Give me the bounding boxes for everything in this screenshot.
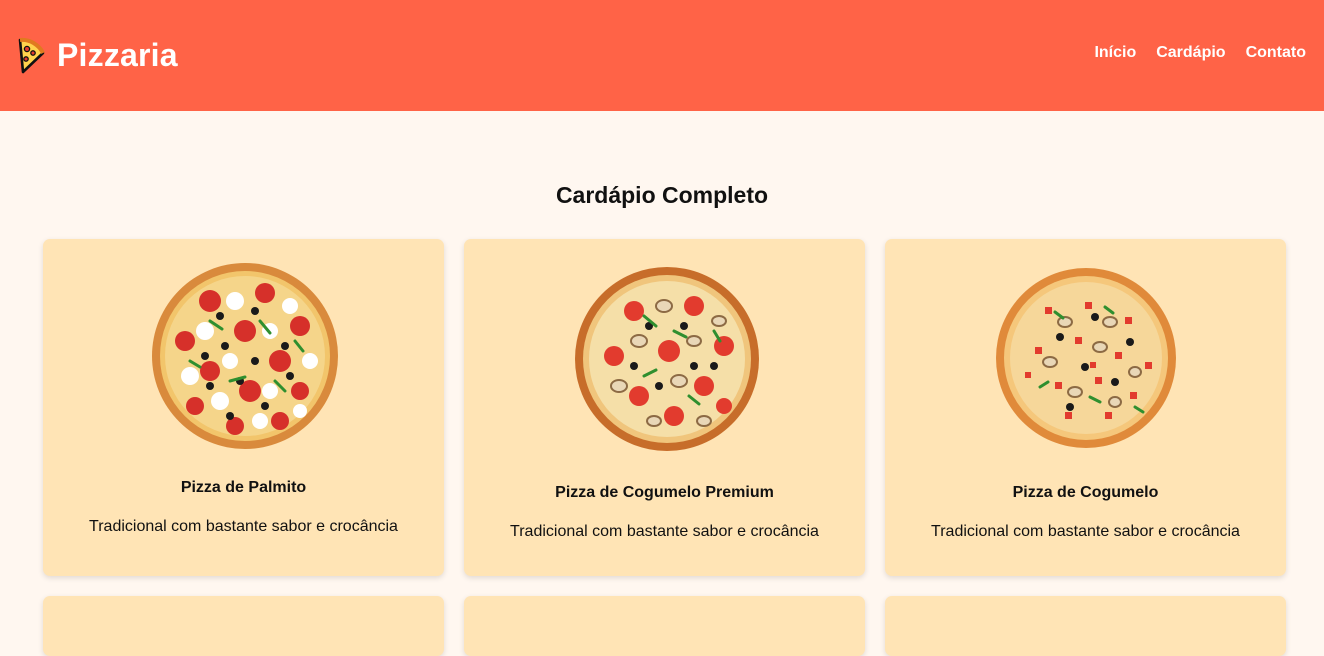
brand-logo-link[interactable]: Pizzaria (16, 37, 178, 75)
menu-grid: Pizza de Palmito Tradicional com bastant… (43, 239, 1286, 656)
menu-item-name: Pizza de Cogumelo Premium (555, 484, 774, 501)
menu-section-title: Cardápio Completo (555, 182, 769, 208)
menu-card[interactable] (43, 596, 444, 656)
pizza-image (996, 268, 1176, 448)
brand-title: Pizzaria (57, 37, 178, 73)
pizza-image (575, 267, 759, 451)
menu-card[interactable]: Pizza de Cogumelo Tradicional com bastan… (885, 239, 1286, 576)
menu-item-description: Tradicional com bastante sabor e crocânc… (931, 523, 1240, 540)
menu-card[interactable] (464, 596, 865, 656)
pizza-image (152, 263, 338, 449)
menu-card[interactable] (885, 596, 1286, 656)
nav-link-inicio[interactable]: Início (1094, 44, 1136, 62)
menu-card[interactable]: Pizza de Palmito Tradicional com bastant… (43, 239, 444, 576)
pizza-slice-icon (18, 37, 45, 73)
nav-link-contato[interactable]: Contato (1246, 44, 1306, 62)
menu-item-description: Tradicional com bastante sabor e crocânc… (510, 523, 819, 540)
menu-item-description: Tradicional com bastante sabor e crocânc… (89, 518, 398, 535)
site-header: Pizzaria Início Cardápio Contato (0, 0, 1324, 111)
menu-item-name: Pizza de Palmito (180, 479, 307, 496)
menu-item-name: Pizza de Cogumelo (1012, 484, 1159, 501)
nav-link-cardapio[interactable]: Cardápio (1156, 44, 1225, 62)
main-nav: Início Cardápio Contato (1094, 44, 1306, 62)
menu-card[interactable]: Pizza de Cogumelo Premium Tradicional co… (464, 239, 865, 576)
